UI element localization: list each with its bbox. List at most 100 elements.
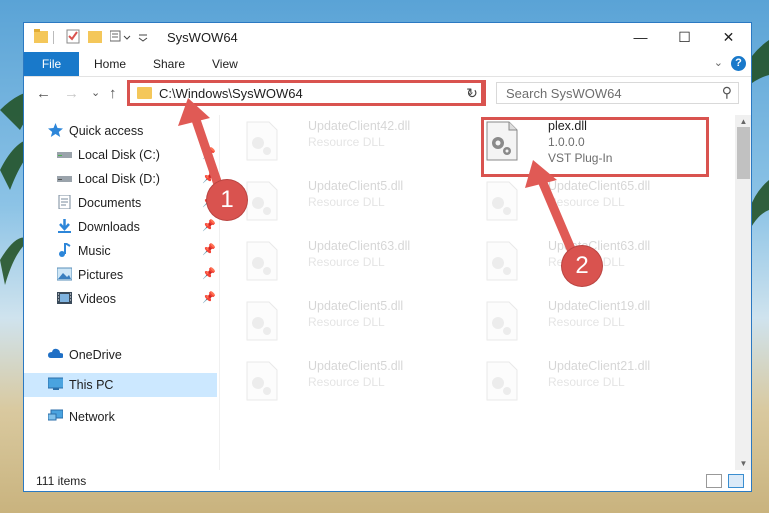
tab-home[interactable]: Home: [94, 52, 126, 76]
file-name: UpdateClient21.dll: [548, 359, 651, 373]
minimize-button[interactable]: —: [618, 23, 663, 52]
sidebar-item-pictures[interactable]: Pictures 📌: [24, 263, 217, 287]
dll-file-icon: [246, 301, 278, 341]
expand-ribbon-icon[interactable]: ⌄: [714, 56, 723, 69]
sidebar-item-music[interactable]: Music 📌: [24, 239, 217, 263]
tab-file[interactable]: File: [24, 52, 79, 76]
dll-file-icon: [246, 181, 278, 221]
pane-divider[interactable]: [219, 115, 220, 470]
dll-file-icon: [486, 301, 518, 341]
up-button[interactable]: ↑: [109, 85, 117, 102]
file-type: Resource DLL: [308, 375, 385, 389]
status-bar: 111 items: [24, 470, 751, 491]
qa-dropdown-icon[interactable]: [138, 29, 148, 44]
step-badge-1: 1: [207, 180, 247, 220]
search-placeholder: Search SysWOW64: [506, 86, 622, 101]
pictures-icon: [57, 267, 72, 281]
sidebar-item-label: Documents: [78, 196, 142, 210]
drive-icon: [57, 176, 72, 182]
customize-quick-access-icon[interactable]: [110, 29, 132, 44]
computer-icon: [48, 377, 63, 390]
file-item[interactable]: UpdateClient65.dll Resource DLL: [480, 175, 700, 229]
file-type: Resource DLL: [308, 135, 385, 149]
file-name: UpdateClient5.dll: [308, 179, 404, 193]
file-type: Resource DLL: [308, 315, 385, 329]
sidebar-item-label: Network: [69, 410, 115, 424]
tab-view[interactable]: View: [212, 52, 238, 76]
music-icon: [59, 243, 71, 257]
back-button[interactable]: ←: [36, 85, 51, 102]
navigation-pane: Quick access Local Disk (C:) 📌 Local Dis…: [24, 115, 219, 470]
file-item[interactable]: UpdateClient63.dll Resource DLL: [240, 235, 460, 289]
properties-icon[interactable]: [66, 29, 80, 44]
maximize-button[interactable]: ☐: [662, 23, 707, 52]
new-folder-icon[interactable]: [88, 29, 102, 44]
scroll-down-icon[interactable]: ▼: [735, 459, 751, 468]
pin-icon[interactable]: 📌: [202, 291, 216, 304]
sidebar-item-videos[interactable]: Videos 📌: [24, 287, 217, 311]
pin-icon[interactable]: 📌: [202, 147, 216, 160]
sidebar-item-network[interactable]: Network: [24, 405, 217, 429]
videos-icon: [57, 292, 72, 304]
sidebar-item-label: Pictures: [78, 268, 124, 282]
star-icon: [48, 123, 63, 137]
file-item[interactable]: UpdateClient42.dll Resource DLL: [240, 115, 460, 169]
forward-button[interactable]: →: [64, 85, 79, 102]
file-name: UpdateClient5.dll: [308, 359, 404, 373]
vertical-scrollbar[interactable]: ▲ ▼: [735, 115, 751, 470]
file-type: Resource DLL: [548, 195, 625, 209]
details-view-icon[interactable]: [706, 474, 722, 488]
address-highlight-box: [127, 80, 486, 106]
help-icon[interactable]: ?: [731, 56, 746, 71]
sidebar-item-onedrive[interactable]: OneDrive: [24, 343, 217, 367]
dll-file-icon: [246, 241, 278, 281]
explorer-window: SysWOW64 — ☐ ✕ File Home Share View ⌄ ? …: [23, 22, 752, 492]
sidebar-item-label: This PC: [69, 378, 114, 392]
file-name: UpdateClient63.dll: [548, 239, 651, 253]
sidebar-item-quick-access[interactable]: Quick access: [24, 119, 217, 143]
file-type: Resource DLL: [308, 255, 385, 269]
scrollbar-thumb[interactable]: [737, 127, 750, 179]
pin-icon[interactable]: 📌: [202, 219, 216, 232]
network-icon: [48, 409, 63, 421]
item-count: 111 items: [36, 474, 87, 488]
file-item[interactable]: UpdateClient5.dll Resource DLL: [240, 175, 460, 229]
file-item[interactable]: UpdateClient5.dll Resource DLL: [240, 295, 460, 349]
sidebar-item-local-disk-d[interactable]: Local Disk (D:) 📌: [24, 167, 217, 191]
documents-icon: [58, 195, 71, 209]
file-type: Resource DLL: [548, 315, 625, 329]
file-item[interactable]: UpdateClient5.dll Resource DLL: [240, 355, 460, 409]
recent-locations-button[interactable]: ⌄: [91, 86, 100, 99]
drive-icon: [57, 152, 72, 158]
sidebar-item-documents[interactable]: Documents 📌: [24, 191, 217, 215]
downloads-icon: [58, 219, 71, 233]
close-button[interactable]: ✕: [706, 23, 751, 52]
file-item[interactable]: UpdateClient21.dll Resource DLL: [480, 355, 700, 409]
sidebar-item-label: Music: [78, 244, 111, 258]
dll-file-icon: [246, 361, 278, 401]
sidebar-item-label: Videos: [78, 292, 116, 306]
search-icon[interactable]: ⚲: [722, 84, 732, 101]
sidebar-item-this-pc[interactable]: This PC: [24, 373, 217, 397]
pin-icon[interactable]: 📌: [202, 243, 216, 256]
search-box[interactable]: Search SysWOW64 ⚲: [496, 82, 739, 104]
sidebar-item-local-disk-c[interactable]: Local Disk (C:) 📌: [24, 143, 217, 167]
tab-share[interactable]: Share: [153, 52, 185, 76]
ribbon-tabs: File Home Share View ⌄ ?: [24, 52, 751, 77]
folder-icon[interactable]: [34, 29, 48, 44]
scroll-up-icon[interactable]: ▲: [735, 117, 751, 126]
dll-file-icon: [486, 361, 518, 401]
sidebar-item-label: Local Disk (D:): [78, 172, 160, 186]
file-type: Resource DLL: [308, 195, 385, 209]
sidebar-item-downloads[interactable]: Downloads 📌: [24, 215, 217, 239]
pin-icon[interactable]: 📌: [202, 171, 216, 184]
sidebar-item-label: OneDrive: [69, 348, 122, 362]
pin-icon[interactable]: 📌: [202, 267, 216, 280]
file-item[interactable]: UpdateClient19.dll Resource DLL: [480, 295, 700, 349]
file-name: UpdateClient19.dll: [548, 299, 651, 313]
dll-file-icon: [486, 241, 518, 281]
large-icons-view-icon[interactable]: [728, 474, 744, 488]
sidebar-item-label: Downloads: [78, 220, 140, 234]
step-badge-2: 2: [562, 246, 602, 286]
dll-file-icon: [486, 181, 518, 221]
